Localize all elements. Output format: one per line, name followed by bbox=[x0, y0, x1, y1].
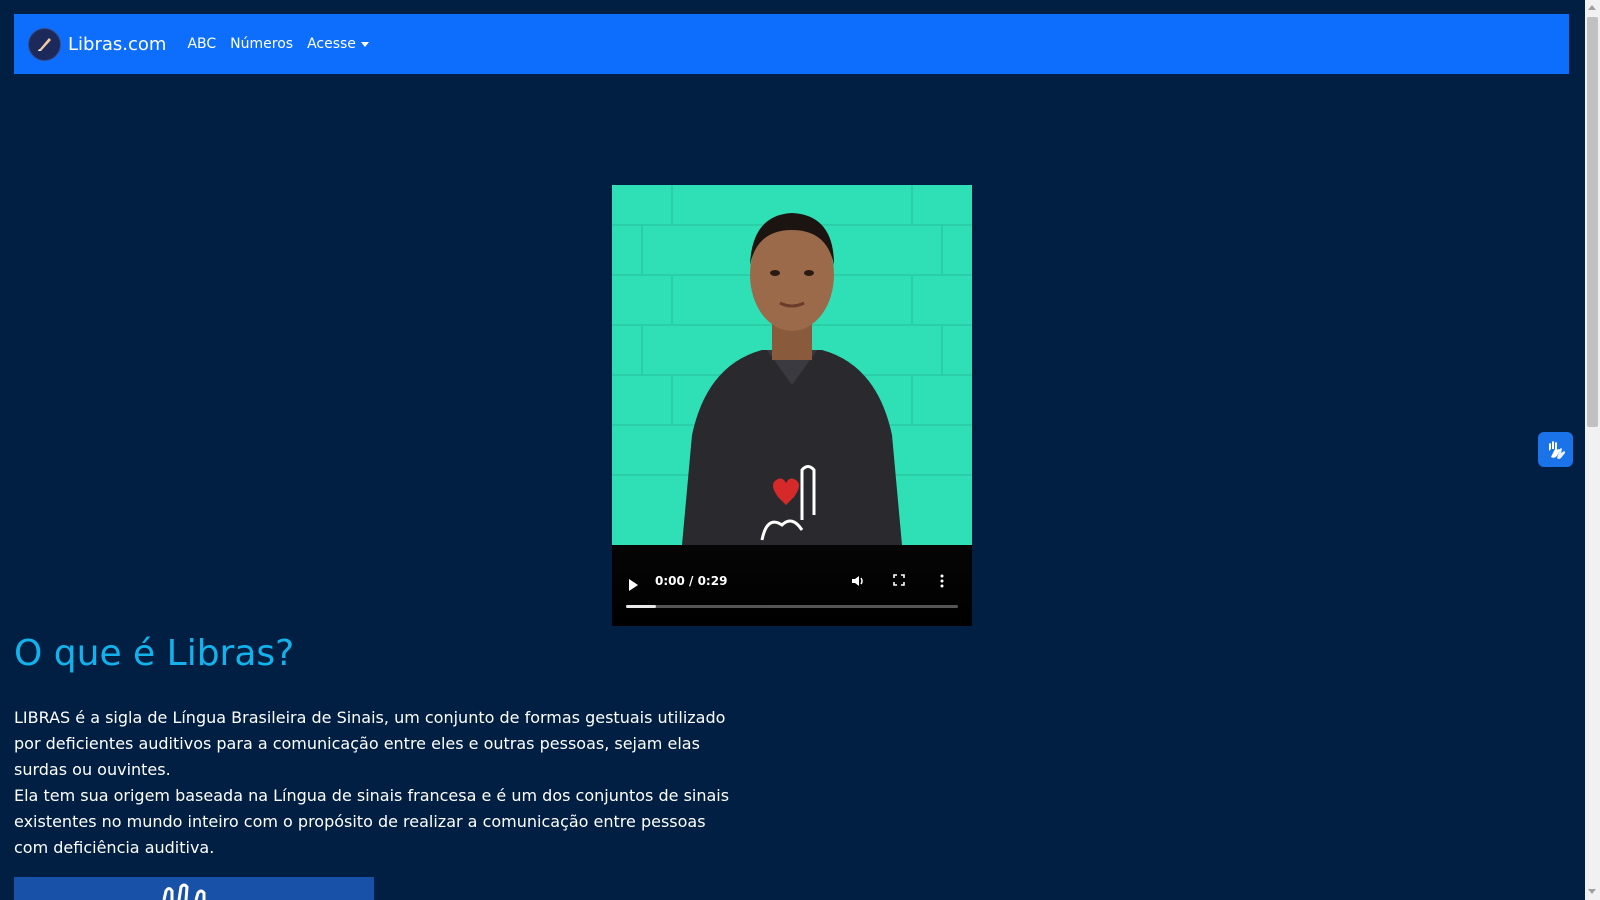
video-poster-image bbox=[612, 185, 972, 545]
video-time: 0:00 / 0:29 bbox=[655, 574, 728, 588]
brand-logo-icon bbox=[28, 27, 61, 61]
more-icon[interactable] bbox=[932, 574, 952, 592]
section-heading: O que é Libras? bbox=[14, 633, 295, 674]
play-icon[interactable] bbox=[629, 579, 638, 591]
nav-links: ABC Números Acesse bbox=[187, 36, 382, 52]
scroll-up-icon[interactable] bbox=[1588, 5, 1596, 10]
nav-link-abc[interactable]: ABC bbox=[187, 36, 216, 52]
video-player[interactable]: 0:00 / 0:29 bbox=[612, 185, 972, 626]
fullscreen-icon[interactable] bbox=[889, 574, 909, 590]
brand-name: Libras.com bbox=[68, 33, 167, 55]
sign-language-hands-icon bbox=[1548, 440, 1565, 459]
description-text: LIBRAS é a sigla de Língua Brasileira de… bbox=[14, 705, 734, 861]
nav-link-numeros[interactable]: Números bbox=[230, 36, 293, 52]
video-progress-bar[interactable] bbox=[626, 605, 958, 608]
top-navbar: Libras.com ABC Números Acesse bbox=[14, 14, 1569, 74]
volume-icon[interactable] bbox=[848, 574, 868, 592]
description-paragraph-2: Ela tem sua origem baseada na Língua de … bbox=[14, 786, 730, 857]
nav-dropdown-label: Acesse bbox=[307, 36, 356, 52]
scrollbar-thumb[interactable] bbox=[1587, 17, 1598, 427]
page-scrollbar[interactable] bbox=[1585, 0, 1600, 900]
description-paragraph-1: LIBRAS é a sigla de Língua Brasileira de… bbox=[14, 708, 726, 779]
brand-link[interactable]: Libras.com bbox=[28, 27, 167, 61]
nav-dropdown-acesse[interactable]: Acesse bbox=[307, 36, 369, 52]
video-controls: 0:00 / 0:29 bbox=[612, 545, 972, 626]
libras-banner-image bbox=[14, 877, 374, 900]
caret-down-icon bbox=[360, 41, 369, 47]
video-frame[interactable] bbox=[612, 185, 972, 545]
scroll-down-icon[interactable] bbox=[1588, 889, 1596, 894]
vlibras-accessibility-button[interactable] bbox=[1538, 432, 1573, 467]
video-progress-fill bbox=[626, 605, 656, 608]
